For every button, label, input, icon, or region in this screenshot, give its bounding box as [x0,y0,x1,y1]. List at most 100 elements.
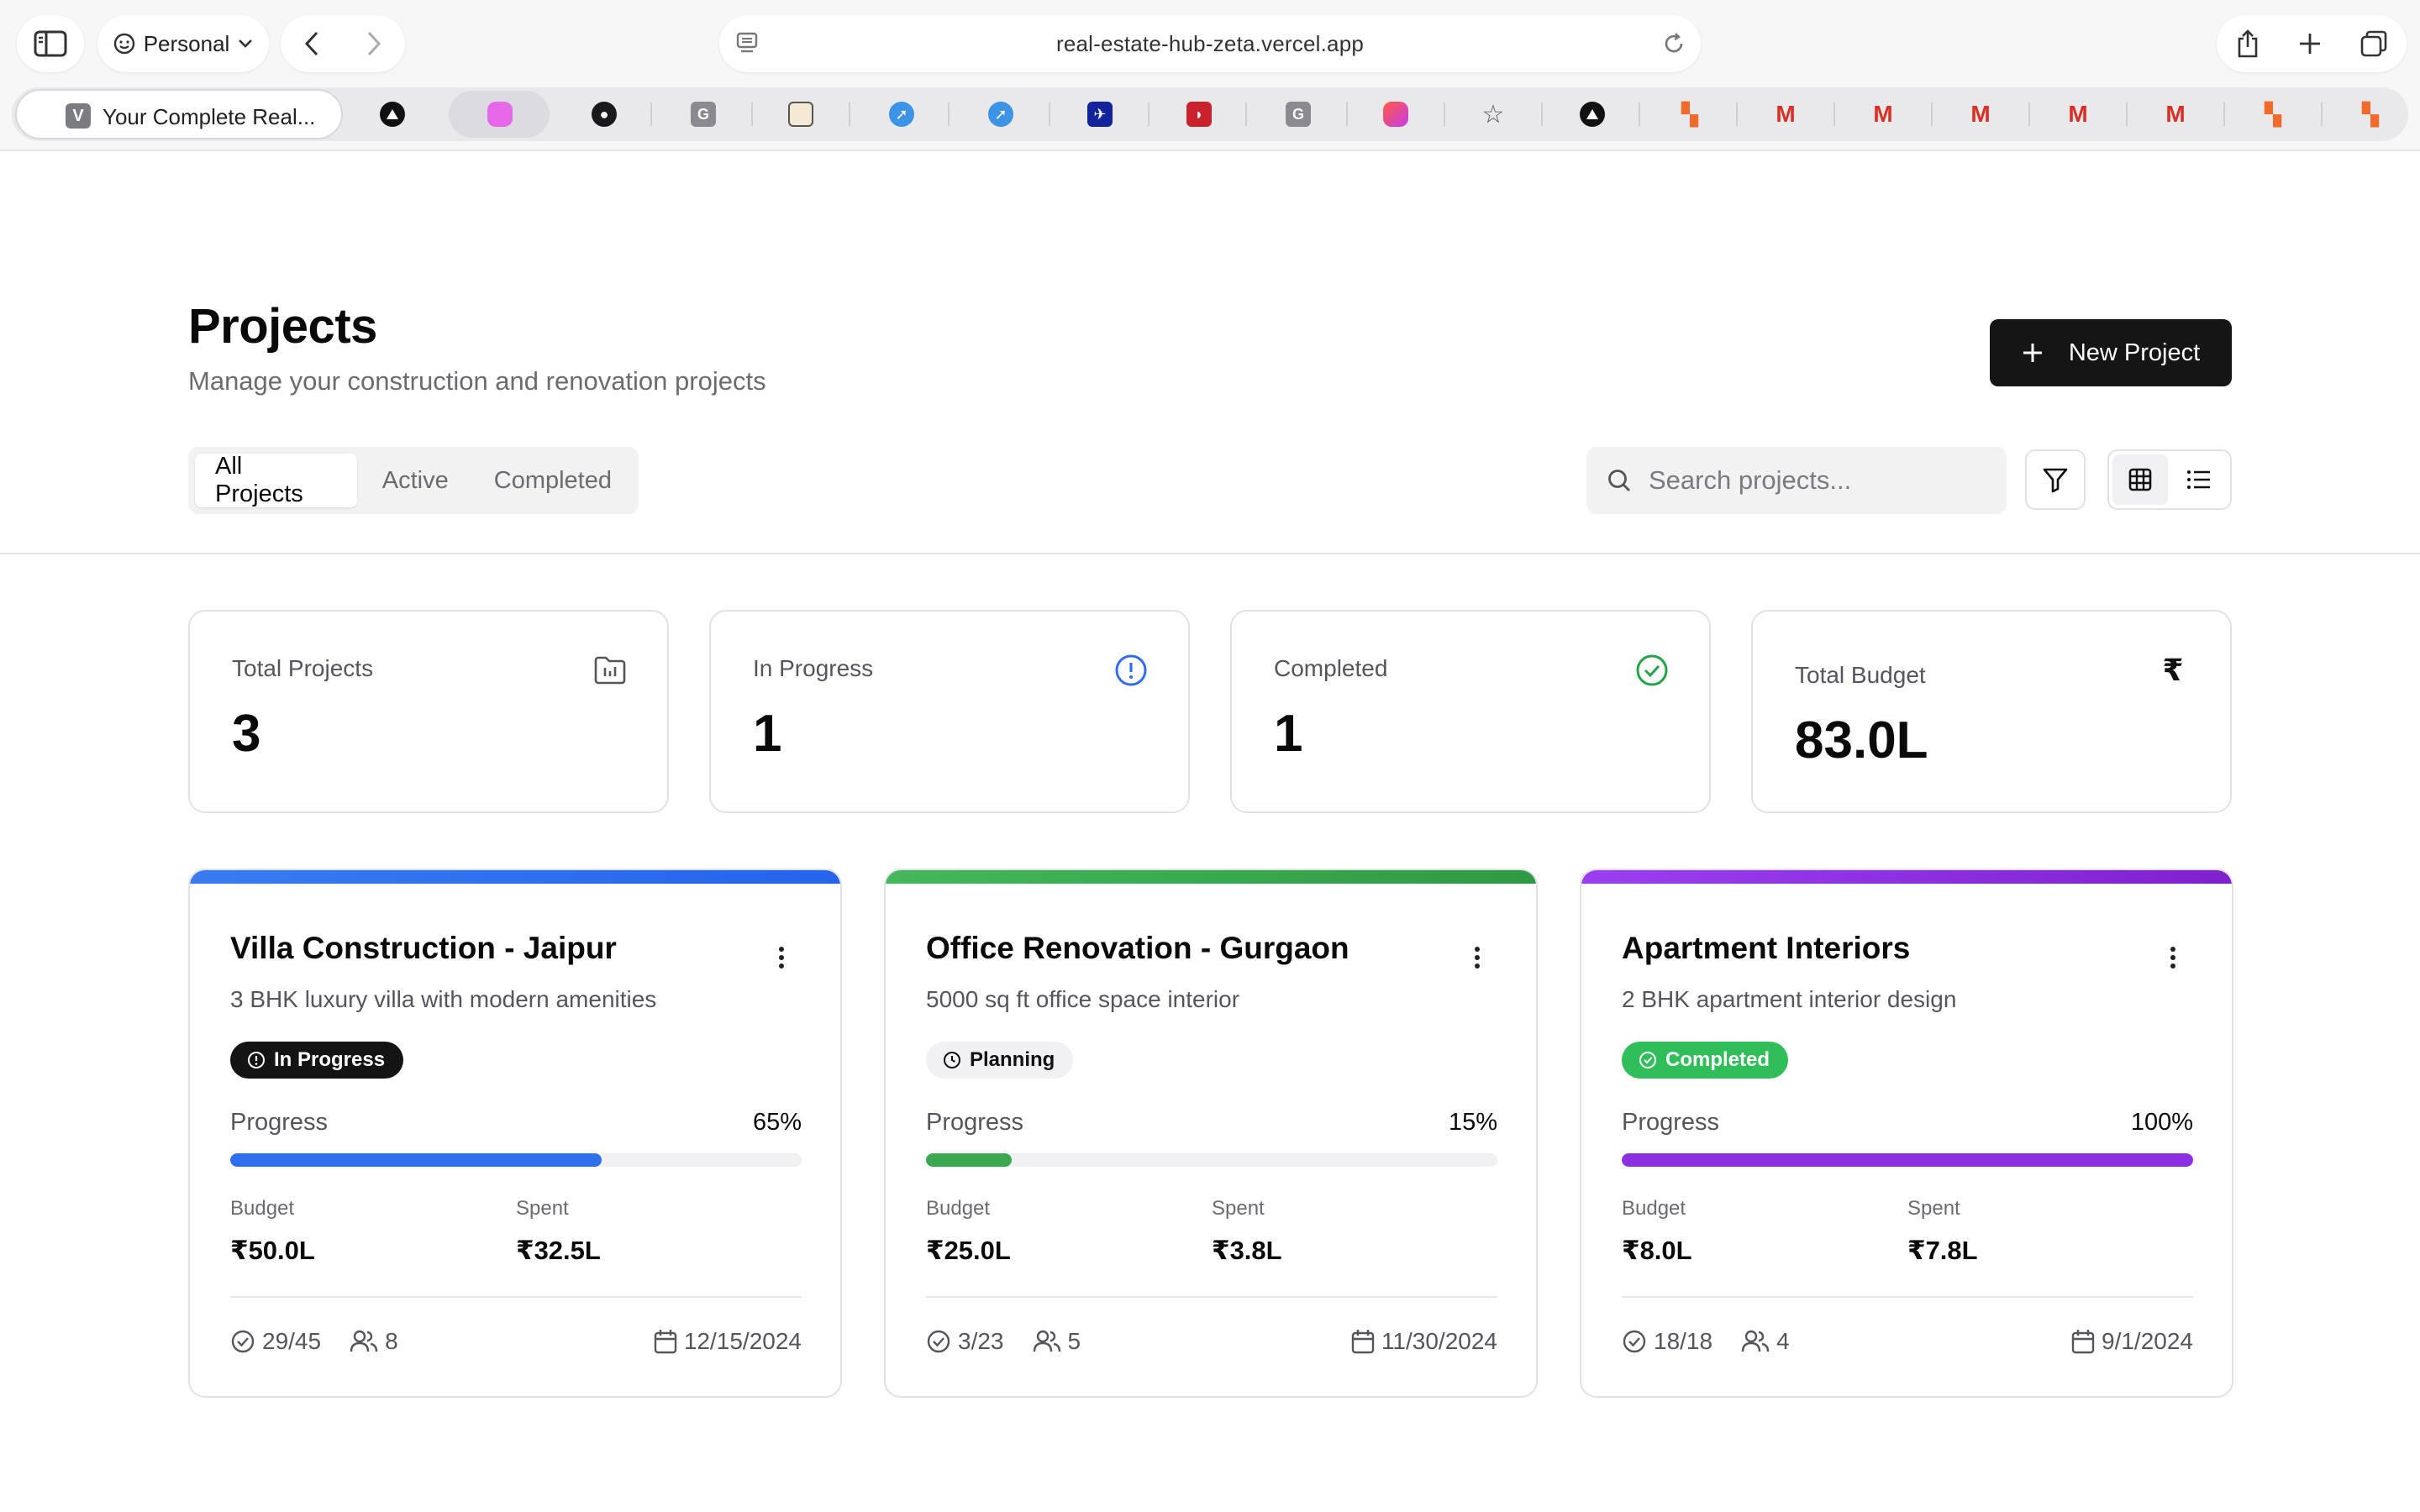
orange-favicon-icon[interactable]: ▚ [2260,102,2286,127]
members-count: 5 [1067,1328,1081,1354]
stat-value: 83.0L [1795,711,1928,769]
status-label: In Progress [274,1048,386,1071]
check-circle-icon [927,1330,950,1353]
search-input[interactable] [1649,465,1985,496]
spent-label: Spent [516,1197,569,1220]
tab-separator [751,102,753,126]
triangle-favicon-icon[interactable] [1580,102,1605,127]
sidebar-toggle-button[interactable] [17,15,84,72]
list-view-button[interactable] [2171,454,2227,505]
progress-label: Progress [926,1109,1024,1136]
forward-arrow-icon[interactable] [366,30,382,57]
tab-separator [1639,102,1640,126]
project-title: Office Renovation - Gurgaon [926,931,1349,965]
budget-label: Budget [926,1197,991,1220]
progress-label: Progress [230,1109,329,1136]
members-count: 4 [1776,1328,1790,1354]
calendar-icon [2071,1330,2095,1354]
alert-circle-icon [248,1052,265,1068]
project-card[interactable]: Villa Construction - Jaipur 3 BHK luxury… [188,869,842,1398]
gmail-favicon-icon[interactable]: M [2065,101,2091,127]
project-body: Villa Construction - Jaipur 3 BHK luxury… [230,931,802,1355]
plane-favicon-icon[interactable]: ✈ [1087,102,1113,127]
progress-fill [926,1153,1012,1167]
url-text: real-estate-hub-zeta.vercel.app [1055,30,1365,56]
red-favicon-icon[interactable]: ◗ [1186,102,1212,127]
github-favicon-icon[interactable]: ● [592,102,617,127]
new-project-button[interactable]: New Project [1990,319,2232,386]
project-title: Apartment Interiors [1622,931,1911,965]
tab-active[interactable]: V Your Complete Real... [15,89,343,139]
reload-icon[interactable] [1662,32,1686,55]
stat-card-total-budget: Total Budget 83.0L ₹ [1751,610,2232,813]
grid-icon [2128,468,2152,491]
address-bar[interactable]: real-estate-hub-zeta.vercel.app [719,15,1701,72]
new-tab-icon[interactable] [2297,31,2323,56]
compass-favicon-icon[interactable]: ➚ [988,102,1013,127]
clover-favicon-icon[interactable] [487,102,513,127]
g-favicon-icon[interactable]: G [1286,102,1311,127]
project-description: 5000 sq ft office space interior [926,986,1240,1012]
progress-row: Progress 65% [230,1109,802,1137]
users-icon [350,1330,378,1352]
profile-button[interactable]: Personal [97,15,269,72]
members-count: 8 [385,1328,398,1354]
progress-value: 15% [1448,1109,1497,1136]
spent-label: Spent [1907,1197,1960,1220]
star-favicon-icon[interactable]: ☆ [1481,101,1506,129]
orange-favicon-icon[interactable]: ▚ [1677,102,1702,127]
chevron-down-icon [239,39,253,48]
spent-label: Spent [1212,1197,1265,1220]
share-icon[interactable] [2235,29,2260,59]
back-arrow-icon[interactable] [303,30,320,57]
page-settings-icon[interactable] [736,32,758,55]
progress-value: 100% [2130,1109,2193,1136]
progress-row: Progress 15% [926,1109,1497,1137]
gmail-favicon-icon[interactable]: M [1773,101,1798,127]
search-box [1586,447,2007,514]
folder-chart-icon [593,654,627,687]
tab-separator [1346,102,1348,126]
gmail-favicon-icon[interactable]: M [1870,101,1896,127]
budget-value: ₹8.0L [1622,1236,1692,1265]
tab-title: Your Complete Real... [103,104,316,129]
project-card[interactable]: Office Renovation - Gurgaon 5000 sq ft o… [884,869,1538,1398]
tab-separator [2126,102,2128,126]
due-date: 11/30/2024 [1381,1328,1497,1354]
progress-fill [1622,1153,2193,1167]
triangle-favicon-icon[interactable] [380,102,405,127]
project-card[interactable]: Apartment Interiors 2 BHK apartment inte… [1580,869,2233,1398]
progress-value: 65% [752,1109,802,1136]
tab-all-projects[interactable]: All Projects [195,453,357,507]
gmail-favicon-icon[interactable]: M [2163,101,2188,127]
stats-row: Total Projects 3 In Progress 1 Completed… [188,610,2232,813]
heart-favicon-icon[interactable] [1383,102,1408,127]
spent-value: ₹32.5L [516,1236,601,1265]
tab-active[interactable]: Active [362,454,469,507]
grid-view-button[interactable] [2112,454,2168,505]
view-toggle [2107,449,2232,510]
tab-completed[interactable]: Completed [474,454,632,507]
progress-bar [230,1153,802,1167]
project-description: 3 BHK luxury villa with modern amenities [230,986,657,1012]
project-body: Office Renovation - Gurgaon 5000 sq ft o… [926,931,1497,1355]
orange-favicon-icon[interactable]: ▚ [2358,102,2383,127]
stat-card-in-progress: In Progress 1 [709,610,1190,813]
compass-favicon-icon[interactable]: ➚ [889,102,914,127]
gmail-favicon-icon[interactable]: M [1968,101,1993,127]
filter-button[interactable] [2025,449,2086,510]
sketch-favicon-icon[interactable] [788,102,813,127]
check-circle-icon [1639,1052,1656,1068]
stat-card-completed: Completed 1 [1230,610,1711,813]
g-favicon-icon[interactable]: G [691,102,716,127]
budget-label: Budget [230,1197,295,1220]
card-divider [1622,1296,2193,1298]
project-description: 2 BHK apartment interior design [1622,986,1957,1012]
stat-card-total-projects: Total Projects 3 [188,610,669,813]
progress-fill [230,1153,602,1167]
window-actions [2217,15,2407,72]
tab-overview-icon[interactable] [2360,29,2388,58]
check-circle-icon [1635,654,1669,687]
tasks-count: 18/18 [1654,1328,1713,1354]
tab-separator [1736,102,1738,126]
